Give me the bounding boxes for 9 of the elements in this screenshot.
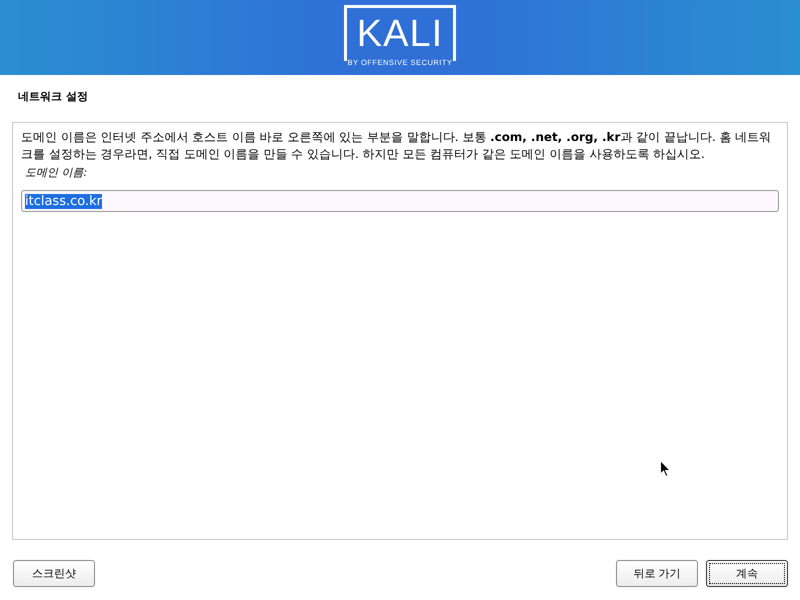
description-text: 도메인 이름은 인터넷 주소에서 호스트 이름 바로 오른쪽에 있는 부분을 말합니다. 보통 .com, .net, .org, .kr과 같이 끝납니다. 홈 네트워크를 설정하는 경우라면, 직접 도메인 이름을 만들 수 있습니다. 하지만 모든 컴퓨터가 같은 도메인 이름을 사용하도록 하십시오. bbox=[21, 129, 772, 163]
logo-text: KALI bbox=[344, 5, 456, 61]
back-button[interactable]: 뒤로 가기 bbox=[616, 560, 698, 587]
mouse-pointer-icon bbox=[660, 460, 671, 477]
continue-button[interactable]: 계속 bbox=[706, 560, 788, 587]
screenshot-button[interactable]: 스크린샷 bbox=[13, 560, 95, 587]
field-label: 도메인 이름: bbox=[24, 165, 88, 180]
page-title: 네트워크 설정 bbox=[17, 89, 89, 105]
input-field[interactable]: itclass.co.kr bbox=[21, 190, 779, 212]
